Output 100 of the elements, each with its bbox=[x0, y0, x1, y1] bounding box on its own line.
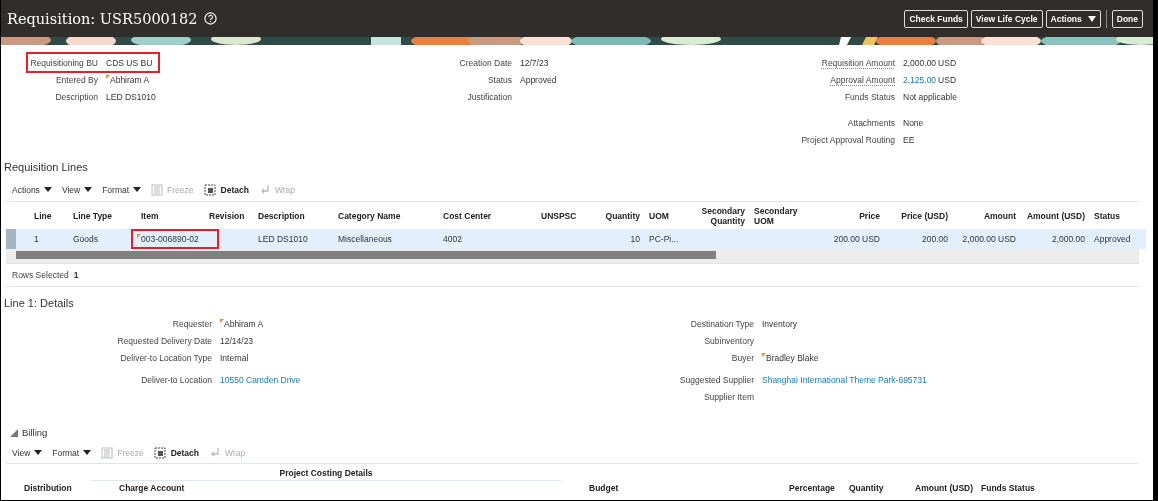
toolbar-button[interactable]: Actions bbox=[12, 184, 52, 195]
column-header[interactable]: UNSPSC bbox=[536, 202, 588, 229]
column-header[interactable]: Amount bbox=[952, 202, 1020, 229]
table-cell: Miscellaneous bbox=[338, 234, 392, 244]
column-header[interactable]: Secondary Quantity bbox=[693, 202, 749, 229]
column-header[interactable]: Amount (USD) bbox=[915, 483, 981, 493]
section-title: Requisition Lines bbox=[4, 161, 89, 173]
table-cell: 200.00 USD bbox=[833, 234, 880, 244]
caret-icon bbox=[1087, 15, 1096, 22]
field-label: Deliver-to Location Type bbox=[119, 352, 212, 363]
field-label: Justification bbox=[466, 91, 512, 102]
column-header[interactable]: Funds Status bbox=[981, 483, 1049, 493]
field-value: EE bbox=[903, 134, 915, 145]
field-label: Requested Delivery Date bbox=[116, 335, 212, 346]
toolbar-button[interactable]: Format bbox=[102, 184, 142, 195]
field-link[interactable]: Shanghai International Theme Park-695731 bbox=[762, 374, 927, 385]
detach-icon bbox=[153, 446, 167, 459]
menu-button[interactable]: Actions bbox=[1045, 9, 1101, 28]
field-value: 12/7/23 bbox=[520, 57, 549, 68]
help-icon[interactable] bbox=[203, 12, 217, 25]
flag-icon bbox=[106, 74, 110, 79]
field-value: LED DS1010 bbox=[106, 91, 156, 102]
column-header[interactable]: Percentage bbox=[789, 483, 849, 493]
field-label: Status bbox=[486, 74, 512, 85]
table-cell: 2,000.00 bbox=[1051, 234, 1085, 244]
column-header[interactable]: Category Name bbox=[333, 202, 438, 229]
field-label: Requisitioning BU bbox=[29, 57, 98, 68]
column-header[interactable]: Price (USD) bbox=[884, 202, 952, 229]
freeze-icon bbox=[151, 183, 164, 196]
field-label: Attachments bbox=[846, 117, 895, 128]
column-header[interactable]: Line bbox=[16, 202, 68, 229]
table-cell: 2,000.00 USD bbox=[962, 234, 1016, 244]
field-value: None bbox=[903, 117, 924, 128]
freeze-icon bbox=[101, 446, 114, 459]
field-label: Project Approval Routing bbox=[800, 134, 895, 145]
caret-icon bbox=[83, 450, 92, 455]
toolbar-button[interactable]: Format bbox=[52, 447, 92, 458]
table-cell: 003-006890-02 bbox=[141, 234, 199, 244]
field-label: Deliver-to Location bbox=[140, 374, 212, 385]
wrap-icon bbox=[209, 446, 221, 459]
detach-icon bbox=[203, 183, 217, 196]
column-group-header: Project Costing Details bbox=[91, 464, 561, 481]
table-cell: PC-Pi... bbox=[649, 234, 679, 244]
field-label: Requisition Amount bbox=[820, 57, 895, 68]
caret-icon bbox=[133, 187, 142, 192]
column-header[interactable]: UOM bbox=[644, 202, 693, 229]
field-value: Approved bbox=[520, 74, 557, 85]
field-value: Inventory bbox=[762, 318, 797, 329]
scrollbar[interactable] bbox=[6, 249, 1139, 263]
header-button[interactable]: Check Funds bbox=[904, 9, 968, 28]
field-value: Bradley Blake bbox=[762, 352, 819, 363]
column-header[interactable]: Charge Account bbox=[119, 483, 589, 493]
field-label: Entered By bbox=[54, 74, 98, 85]
column-header[interactable]: Status bbox=[1089, 202, 1146, 229]
toolbar-button[interactable]: Detach bbox=[203, 183, 249, 196]
currency-label: USD bbox=[938, 57, 957, 68]
flag-icon bbox=[220, 318, 224, 323]
column-header[interactable]: Budget bbox=[589, 483, 789, 493]
field-value: Abhiram A bbox=[220, 318, 264, 329]
table-cell: 200.00 bbox=[922, 234, 948, 244]
table-row[interactable]: 1 Goods 003-006890-02 LED DS1010 Miscellaneous 4002 10 PC-Pi... 200.00 USD 200.00 2,000.00 USD 2,000.00 Approved bbox=[6, 229, 1146, 249]
table-cell: 1 bbox=[34, 234, 39, 244]
column-header[interactable]: Quantity bbox=[588, 202, 644, 229]
field-label: Description bbox=[54, 91, 98, 102]
toolbar-button[interactable]: View bbox=[61, 184, 93, 195]
field-link[interactable]: 10550 Camden Drive bbox=[220, 374, 301, 385]
field-label: Requester bbox=[171, 318, 212, 329]
column-header[interactable]: Secondary UOM bbox=[749, 202, 803, 229]
rows-selected-count: 1 bbox=[73, 270, 79, 280]
field-value: CDS US BU bbox=[106, 57, 153, 68]
column-header[interactable]: Cost Center bbox=[438, 202, 536, 229]
table-cell: LED DS1010 bbox=[258, 234, 308, 244]
column-header[interactable]: Line Type bbox=[68, 202, 136, 229]
header-button[interactable]: Done bbox=[1111, 9, 1143, 28]
amount-value: 2,000.00 bbox=[903, 57, 937, 68]
column-header[interactable]: Amount (USD) bbox=[1020, 202, 1089, 229]
field-label: Supplier Item bbox=[702, 391, 754, 402]
field-value: Not applicable bbox=[903, 91, 957, 102]
column-header[interactable]: Quantity bbox=[849, 483, 915, 493]
expand-icon bbox=[10, 428, 18, 437]
caret-icon bbox=[84, 187, 93, 192]
flag-icon bbox=[762, 352, 766, 357]
section-toggle[interactable]: Billing bbox=[1, 427, 48, 438]
column-header[interactable]: Description bbox=[253, 202, 333, 229]
rows-selected-label: Rows Selected bbox=[12, 270, 69, 280]
column-header[interactable]: Item bbox=[136, 202, 204, 229]
field-value: 12/14/23 bbox=[220, 335, 254, 346]
field-value: Internal bbox=[220, 352, 249, 363]
column-header[interactable]: Revision bbox=[204, 202, 253, 229]
header-button[interactable]: View Life Cycle bbox=[970, 9, 1043, 28]
table-cell: 4002 bbox=[443, 234, 462, 244]
column-header[interactable]: Distribution bbox=[6, 483, 119, 493]
page-title: Requisition: USR5000182 bbox=[7, 10, 198, 27]
field-label: Suggested Supplier bbox=[678, 374, 754, 385]
table-cell: Goods bbox=[73, 234, 99, 244]
field-label: Funds Status bbox=[843, 91, 895, 102]
column-header[interactable]: Price bbox=[803, 202, 884, 229]
toolbar-button[interactable]: Detach bbox=[153, 446, 199, 459]
amount-value[interactable]: 2,125.00 bbox=[903, 74, 937, 85]
toolbar-button[interactable]: View bbox=[12, 447, 43, 458]
